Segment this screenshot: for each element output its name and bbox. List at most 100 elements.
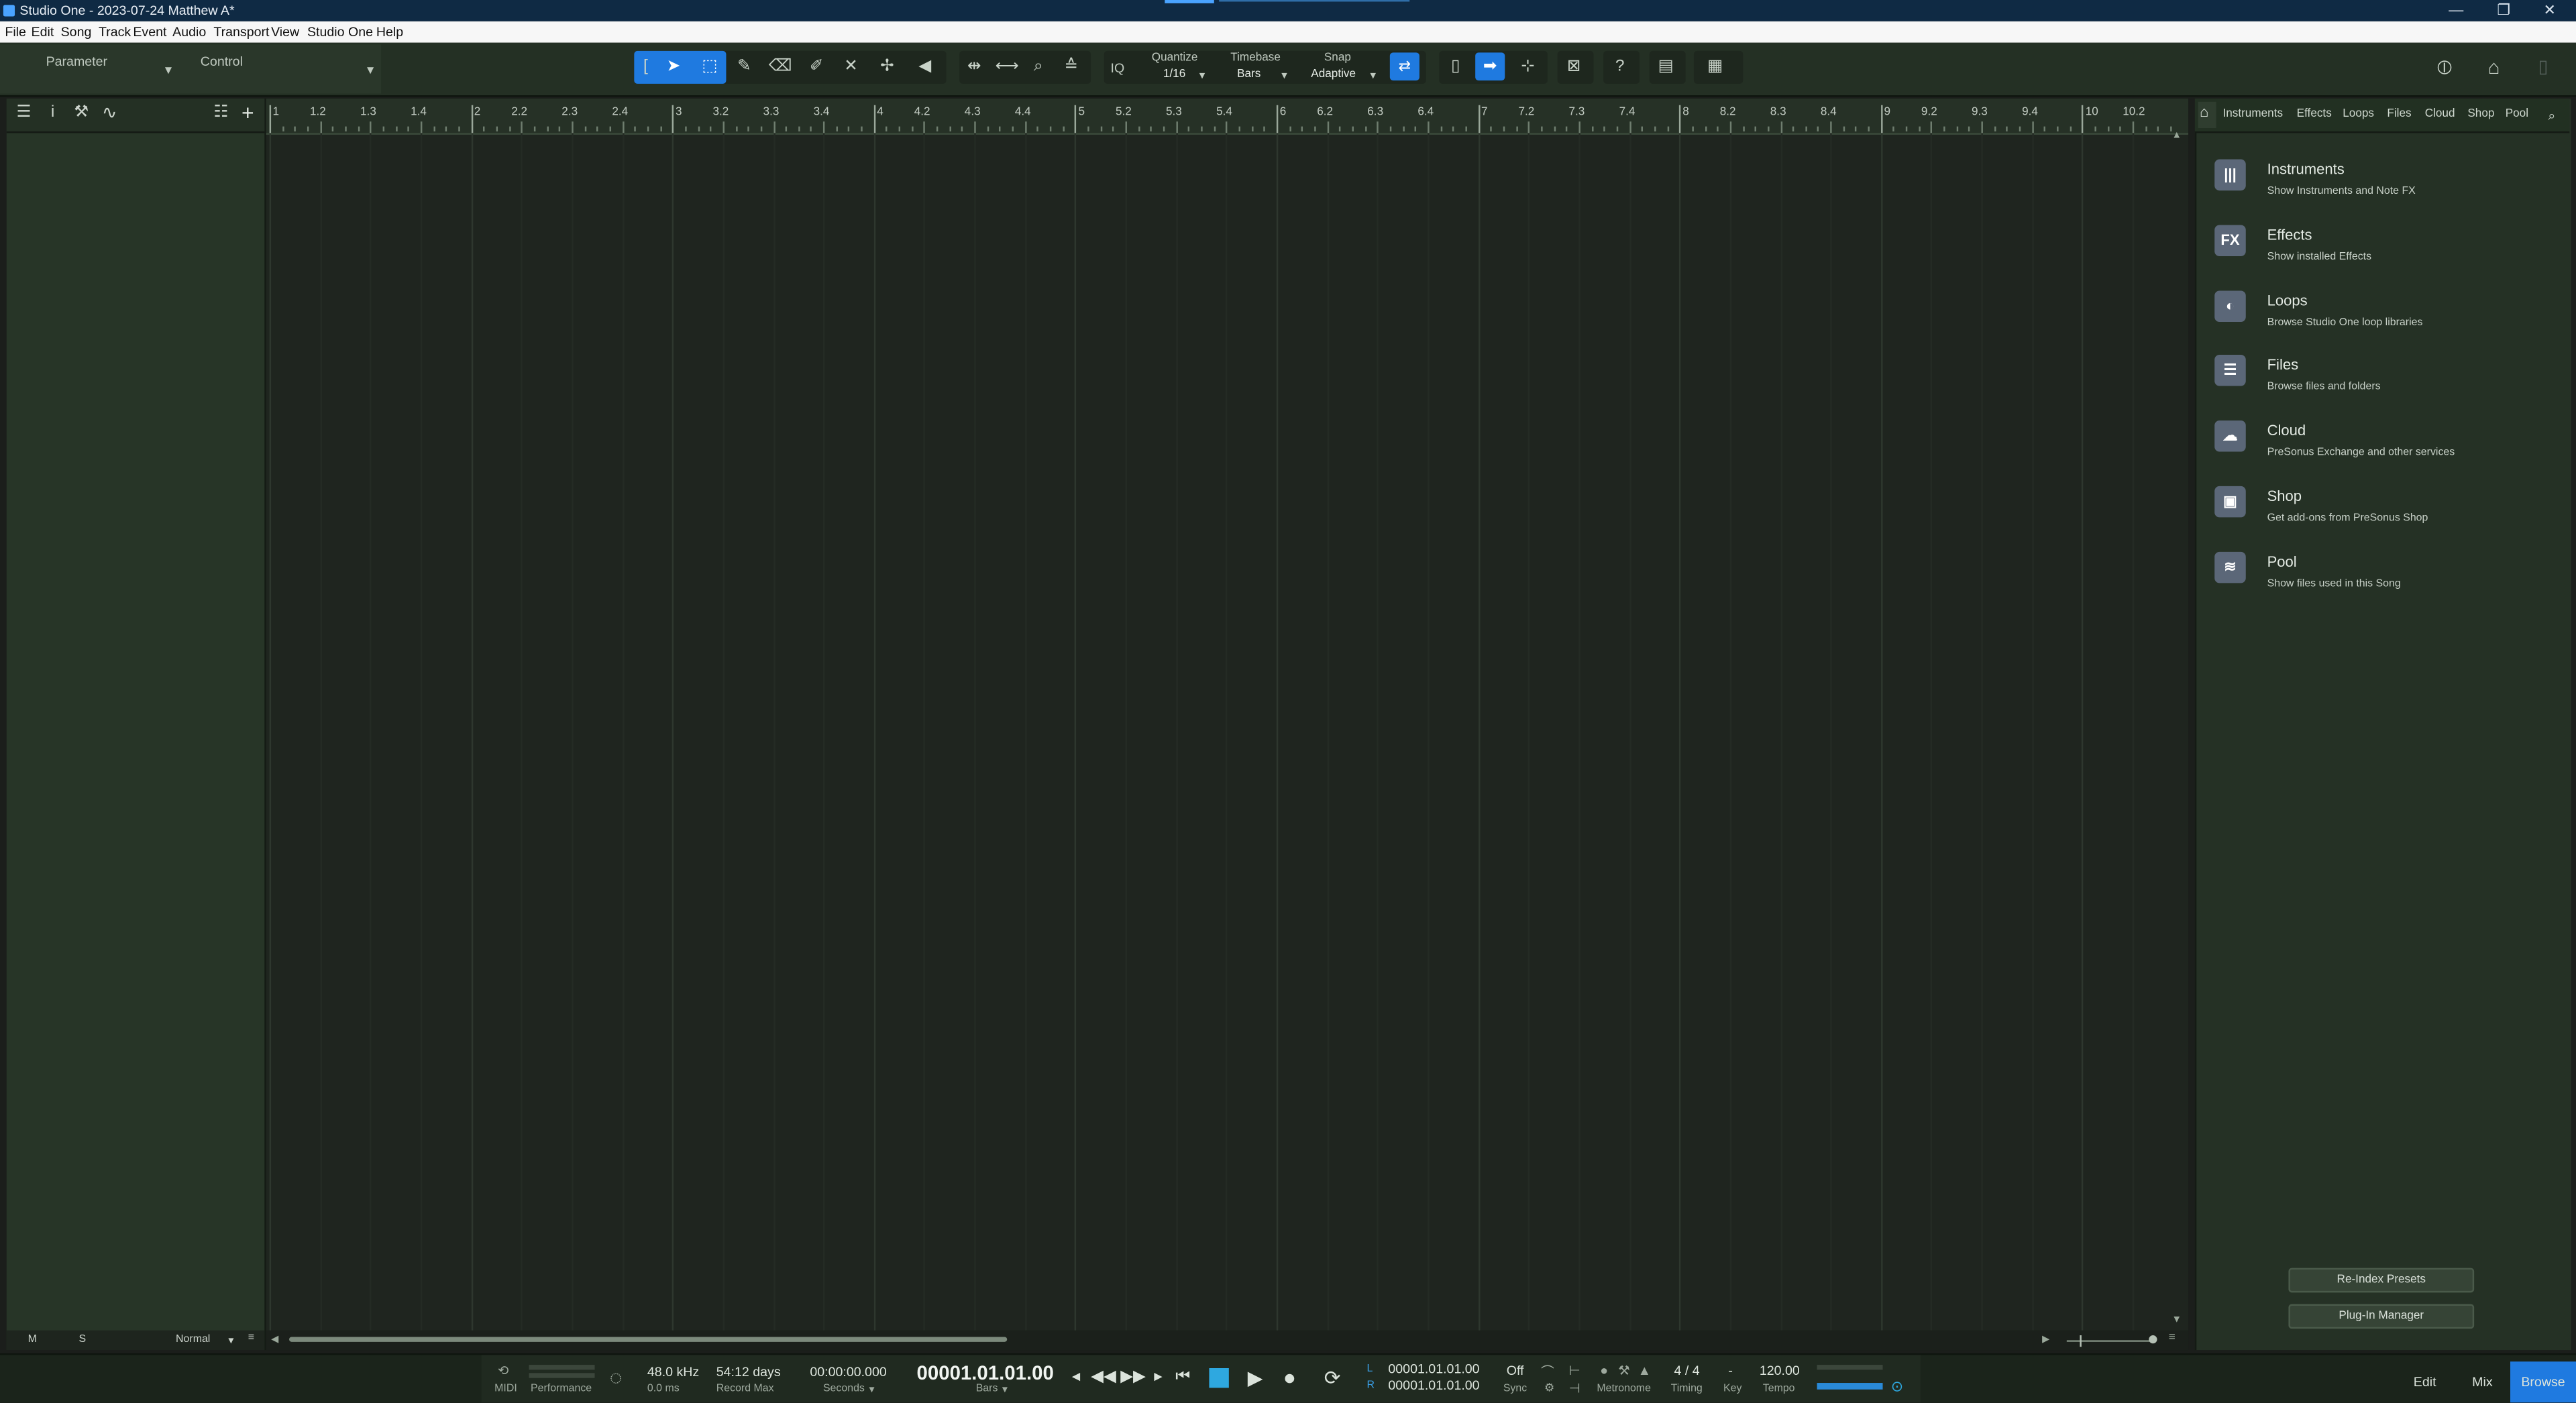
browser-item-title[interactable]: Instruments <box>2267 161 2345 177</box>
menu-transport[interactable]: Transport <box>213 21 269 43</box>
follow-icon[interactable]: ▯ <box>1441 54 1470 80</box>
browser-home-icon[interactable]: ⌂ <box>2200 103 2208 119</box>
eraser-tool-icon[interactable]: ⌫ <box>765 54 795 80</box>
metronome-settings-icon[interactable]: ⚒ <box>1618 1363 1630 1378</box>
control-dropdown-icon[interactable]: ▼ <box>365 66 376 77</box>
position-display[interactable]: 00001.01.01.00 <box>917 1361 1054 1384</box>
tab-cloud[interactable]: Cloud <box>2425 109 2455 120</box>
help-button[interactable]: ? <box>1605 54 1635 80</box>
menu-studio-one[interactable]: Studio One <box>307 21 373 43</box>
rewind-icon[interactable]: ◀◀ <box>1091 1367 1116 1390</box>
piano-icon[interactable]: ||| <box>2214 159 2246 191</box>
horizontal-scrollbar[interactable]: ◀ ▶ ≡ <box>266 1330 2189 1351</box>
menu-event[interactable]: Event <box>133 21 166 43</box>
presonus-logo-icon[interactable]: ⦶ <box>2430 54 2459 80</box>
record-button[interactable]: ● <box>1278 1365 1301 1390</box>
plugin-manager-button[interactable]: Plug-In Manager <box>2288 1304 2475 1329</box>
loop-icon[interactable]: ◐ <box>2214 290 2246 322</box>
browser-search-icon[interactable]: ⌕ <box>2548 109 2555 125</box>
loop-end[interactable]: 00001.01.01.00 <box>1388 1378 1479 1393</box>
pencil-tool-icon[interactable]: ✎ <box>729 54 759 80</box>
menu-song[interactable]: Song <box>61 21 92 43</box>
sample-rate[interactable]: 48.0 kHz <box>647 1365 699 1380</box>
snap-to-grid-button[interactable]: ⇄ <box>1389 52 1419 81</box>
files-icon[interactable]: ☰ <box>2214 355 2246 387</box>
control-label[interactable]: Control <box>201 54 243 69</box>
play-button[interactable]: ▶ <box>1244 1367 1267 1390</box>
shop-icon[interactable]: ▣ <box>2214 486 2246 518</box>
sync-value[interactable]: Off <box>1507 1363 1524 1378</box>
scroll-up-icon[interactable]: ▲ <box>2172 131 2182 142</box>
zoom-slider-handle[interactable] <box>2149 1335 2157 1344</box>
track-options-icon[interactable]: ☷ <box>213 103 228 121</box>
home-icon[interactable]: ⌂ <box>2479 54 2509 80</box>
zoom-options-icon[interactable]: ≡ <box>2169 1332 2176 1343</box>
restore-button[interactable]: ❐ <box>2481 0 2527 21</box>
cursor-follows-icon[interactable]: ⊹ <box>1513 54 1543 80</box>
fx-icon[interactable]: FX <box>2214 225 2246 256</box>
previous-marker-icon[interactable]: ◂ <box>1065 1367 1087 1390</box>
key-value[interactable]: - <box>1728 1363 1733 1378</box>
quantize-value[interactable]: 1/16 <box>1163 69 1185 80</box>
timebase-dropdown-icon[interactable]: ▾ <box>1281 69 1287 82</box>
loop-start[interactable]: 00001.01.01.00 <box>1388 1361 1479 1376</box>
menu-edit[interactable]: Edit <box>32 21 54 43</box>
browser-item-title[interactable]: Shop <box>2267 488 2302 504</box>
seconds-dropdown-icon[interactable]: ▾ <box>869 1383 875 1396</box>
parameter-dropdown-icon[interactable]: ▼ <box>162 66 174 77</box>
tab-files[interactable]: Files <box>2387 109 2411 120</box>
track-list-menu-icon[interactable]: ☰ <box>16 103 31 121</box>
tempo-value[interactable]: 120.00 <box>1760 1363 1800 1378</box>
split-icon[interactable]: ⇹ <box>959 54 989 80</box>
scroll-thumb[interactable] <box>289 1337 1008 1342</box>
video-icon[interactable]: ▤ <box>1651 54 1680 80</box>
click-icon[interactable]: ● <box>1600 1363 1608 1378</box>
paint-tool-icon[interactable]: ✐ <box>802 54 831 80</box>
automation-icon[interactable]: ∿ <box>102 102 117 123</box>
reindex-presets-button[interactable]: Re-Index Presets <box>2288 1268 2475 1293</box>
stop-button[interactable] <box>1209 1368 1229 1388</box>
minimize-button[interactable]: — <box>2433 0 2479 21</box>
add-track-icon[interactable]: + <box>241 100 254 125</box>
browser-item-title[interactable]: Pool <box>2267 553 2297 569</box>
timebase-value[interactable]: Bars <box>1237 69 1260 80</box>
auto-scroll-icon[interactable]: ≙ <box>1057 54 1086 80</box>
track-height-mode[interactable]: Normal <box>176 1334 210 1345</box>
browser-item-title[interactable]: Effects <box>2267 226 2312 242</box>
monitor-toggle-icon[interactable]: ⊙ <box>1891 1378 1903 1396</box>
edit-button[interactable]: Edit <box>2402 1361 2448 1402</box>
mix-button[interactable]: Mix <box>2459 1361 2506 1402</box>
close-button[interactable]: ✕ <box>2527 0 2573 21</box>
scroll-right-icon[interactable]: ▶ <box>2042 1334 2049 1345</box>
metronome-icon[interactable]: ▲ <box>1638 1363 1651 1378</box>
menu-track[interactable]: Track <box>99 21 131 43</box>
browse-button[interactable]: Browse <box>2510 1361 2576 1403</box>
volume-slider[interactable] <box>1817 1383 1883 1390</box>
position-dropdown-icon[interactable]: ▾ <box>1002 1383 1008 1396</box>
inspector-icon[interactable]: i <box>51 103 54 121</box>
mute-tool-icon[interactable]: ✕ <box>837 54 866 80</box>
menu-help[interactable]: Help <box>376 21 403 43</box>
loop-button[interactable]: ⟳ <box>1316 1367 1349 1390</box>
scroll-left-icon[interactable]: ◀ <box>271 1334 278 1345</box>
punch-icon[interactable]: ⊢ <box>1569 1363 1580 1378</box>
parameter-label[interactable]: Parameter <box>46 54 107 69</box>
range-tool-icon[interactable]: ⬚ <box>695 54 724 80</box>
tab-loops[interactable]: Loops <box>2343 109 2374 120</box>
wrench-icon[interactable]: ⚒ <box>74 103 89 121</box>
global-mute-button[interactable]: M <box>28 1334 37 1345</box>
cloud-icon[interactable]: ☁ <box>2214 420 2246 452</box>
stretch-icon[interactable]: ⟷ <box>992 54 1022 80</box>
listen-tool-icon[interactable]: ◀ <box>910 54 940 80</box>
position-format-label[interactable]: Bars <box>976 1383 998 1394</box>
pool-icon[interactable]: ≋ <box>2214 551 2246 583</box>
layout-icon[interactable]: ▦ <box>1701 54 1730 80</box>
browser-item-title[interactable]: Files <box>2267 357 2299 373</box>
panel-icon[interactable]: ▯ <box>2528 54 2558 80</box>
fast-forward-icon[interactable]: ▶▶ <box>1120 1367 1146 1390</box>
autoscroll-button[interactable]: ➡ <box>1475 52 1505 81</box>
bend-tool-icon[interactable]: ✢ <box>872 54 902 80</box>
snap-dropdown-icon[interactable]: ▾ <box>1370 69 1376 82</box>
mode-dropdown-icon[interactable]: ▾ <box>228 1334 233 1347</box>
range-bracket-icon[interactable]: [ <box>631 54 660 80</box>
